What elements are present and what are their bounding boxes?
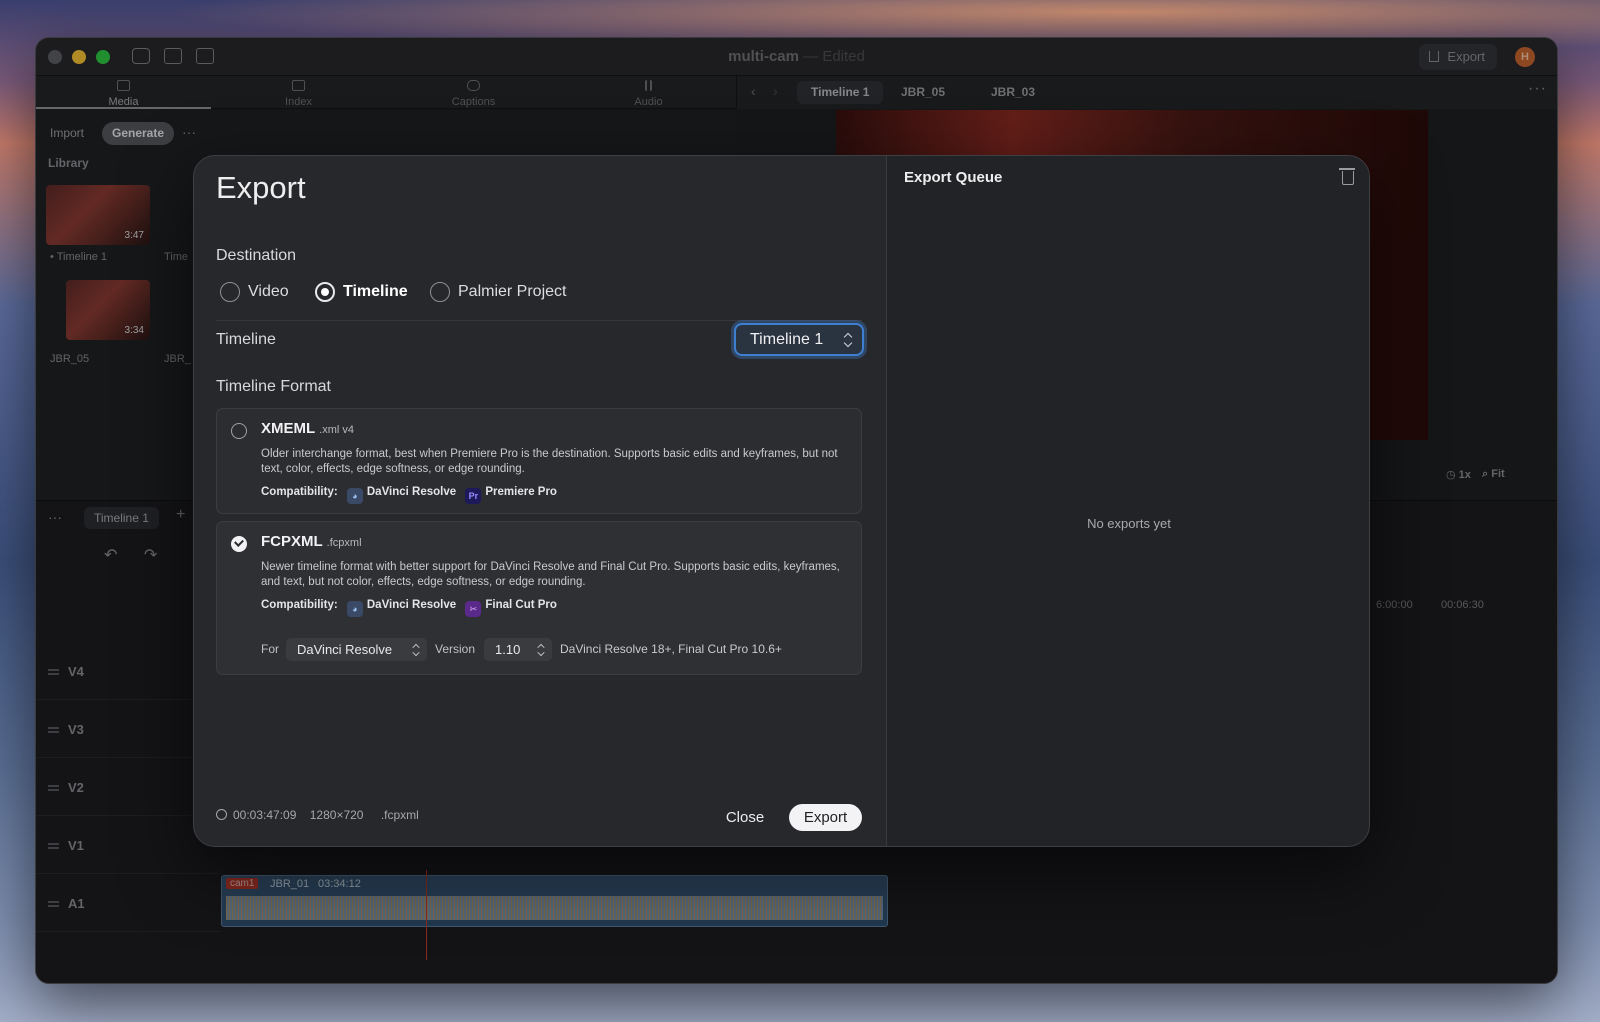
destination-video-label[interactable]: Video <box>248 283 289 301</box>
for-app-select[interactable]: DaVinci Resolve <box>286 638 427 661</box>
format-description: Newer timeline format with better suppor… <box>261 561 840 588</box>
export-queue-pane: Export Queue No exports yet <box>886 156 1369 846</box>
format-name-text: FCPXML <box>261 533 323 550</box>
format-compatibility: Compatibility: ◕ DaVinci Resolve ✂ Final C… <box>261 599 557 617</box>
compat-label: Compatibility: <box>261 599 338 611</box>
timeline-format-heading: Timeline Format <box>216 378 331 395</box>
premiere-pro-icon: Pr <box>465 488 482 504</box>
export-queue-title: Export Queue <box>904 169 1003 186</box>
timeline-select[interactable]: Timeline 1 <box>734 323 864 356</box>
summary-format: .fcpxml <box>380 808 419 822</box>
summary-duration: 00:03:47:09 <box>233 808 297 822</box>
format-description: Older interchange format, best when Prem… <box>261 448 838 475</box>
format-option-fcpxml[interactable]: FCPXML .fcpxml Newer timeline format with… <box>216 521 862 675</box>
final-cut-pro-icon: ✂ <box>465 601 482 617</box>
divider <box>216 320 862 321</box>
destination-palmier-radio[interactable] <box>430 282 450 302</box>
export-button[interactable]: Export <box>789 804 862 831</box>
export-summary: 00:03:47:09 1280×720 .fcpxml <box>216 808 419 822</box>
version-note: DaVinci Resolve 18+, Final Cut Pro 10.6+ <box>560 642 782 656</box>
version-value: 1.10 <box>495 642 521 657</box>
compat-app: Premiere Pro <box>485 486 557 498</box>
destination-timeline-label[interactable]: Timeline <box>343 283 408 301</box>
format-name-text: XMEML <box>261 420 316 437</box>
empty-queue-message: No exports yet <box>1087 516 1171 531</box>
davinci-resolve-icon: ◕ <box>346 601 363 617</box>
compat-label: Compatibility: <box>261 486 338 498</box>
version-select[interactable]: 1.10 <box>484 638 552 661</box>
timeline-select-value: Timeline 1 <box>750 331 824 348</box>
trash-icon[interactable] <box>1339 168 1355 185</box>
dialog-title: Export <box>216 170 306 205</box>
format-option-xmeml[interactable]: XMEML .xml v4 Older interchange format, b… <box>216 408 862 514</box>
destination-video-radio[interactable] <box>220 282 240 302</box>
export-settings-pane: Export Destination Video Timeline Palmie… <box>194 156 886 846</box>
updown-chevron-icon <box>843 333 853 347</box>
export-dialog: Export Destination Video Timeline Palmie… <box>193 155 1370 847</box>
compat-app: DaVinci Resolve <box>366 599 457 611</box>
format-name: XMEML .xml v4 <box>261 420 354 437</box>
version-label: Version <box>435 642 476 656</box>
davinci-resolve-icon: ◕ <box>346 488 363 504</box>
compat-app: DaVinci Resolve <box>366 486 457 498</box>
destination-timeline-radio[interactable] <box>315 282 335 302</box>
format-ext: .xml v4 <box>319 424 355 436</box>
clock-icon <box>216 809 227 820</box>
destination-heading: Destination <box>216 247 297 264</box>
for-app-value: DaVinci Resolve <box>297 642 393 657</box>
format-ext: .fcpxml <box>326 537 362 549</box>
compat-app: Final Cut Pro <box>485 599 557 611</box>
destination-palmier-label[interactable]: Palmier Project <box>458 283 566 301</box>
format-name: FCPXML .fcpxml <box>261 533 362 550</box>
updown-chevron-icon <box>412 644 421 656</box>
for-label: For <box>261 642 279 656</box>
close-button[interactable]: Close <box>707 804 783 831</box>
timeline-field-label: Timeline <box>216 331 276 348</box>
xmeml-radio[interactable] <box>231 423 247 439</box>
format-compatibility: Compatibility: ◕ DaVinci Resolve Pr Premie… <box>261 486 557 504</box>
summary-resolution: 1280×720 <box>309 808 364 822</box>
check-circle-icon[interactable] <box>231 536 247 552</box>
updown-chevron-icon <box>537 644 546 656</box>
